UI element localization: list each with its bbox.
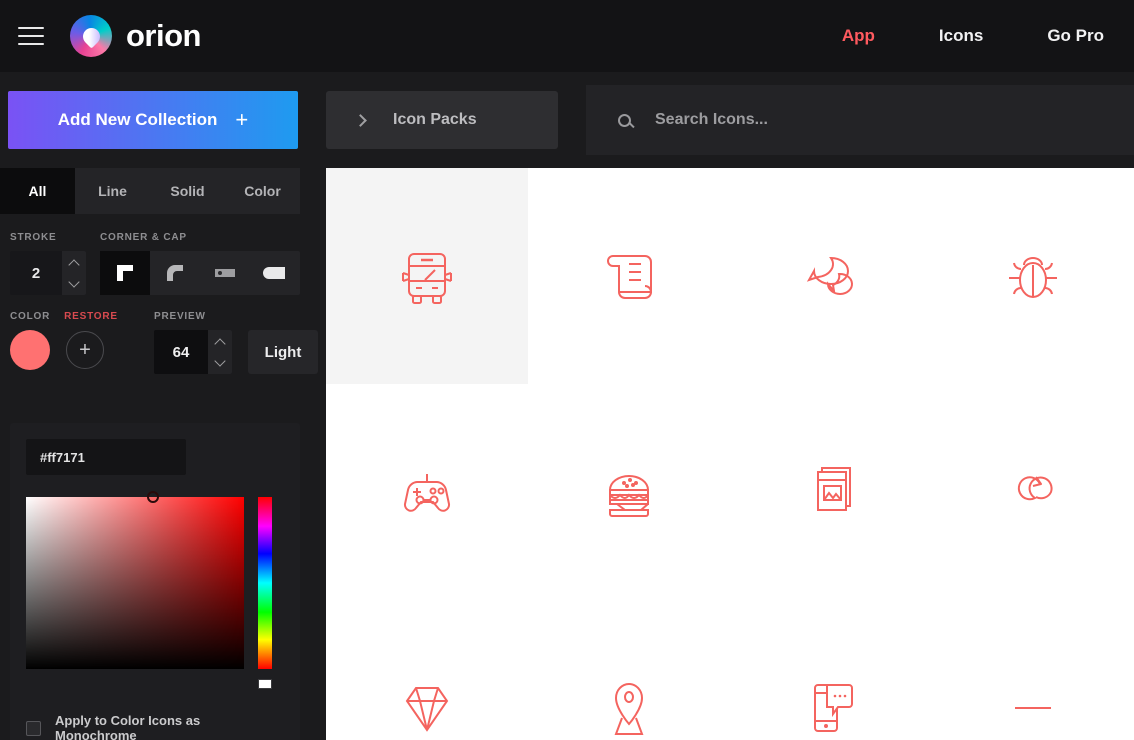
monochrome-label: Apply to Color Icons as Monochrome [55, 713, 201, 740]
alpha-slider[interactable] [258, 679, 272, 689]
preview-size-spinner[interactable] [208, 330, 232, 374]
picker-body [26, 491, 284, 689]
chevron-down-icon[interactable] [68, 275, 80, 288]
tab-all[interactable]: All [0, 168, 75, 214]
tab-color[interactable]: Color [225, 168, 300, 214]
stroke-spinner[interactable] [62, 251, 86, 295]
round-cap-icon[interactable] [250, 251, 300, 295]
preview-group: PREVIEW 64 Light [154, 311, 324, 374]
icon-cell-gamepad[interactable] [326, 384, 528, 600]
brand-name: orion [126, 18, 202, 53]
style-filter-tabs: All Line Solid Color [0, 168, 300, 214]
plus-icon: + [235, 107, 249, 132]
stroke-group: STROKE 2 [10, 232, 86, 295]
restore-button[interactable]: RESTORE [64, 311, 118, 322]
add-color-button[interactable]: + [66, 331, 104, 369]
icon-cell-diamond[interactable] [326, 600, 528, 740]
search-input[interactable] [655, 111, 1134, 129]
preview-size-value: 64 [172, 343, 190, 361]
brand-logo[interactable]: orion [70, 15, 202, 57]
nav-item-icons[interactable]: Icons [939, 26, 983, 46]
stroke-value: 2 [31, 264, 41, 282]
hamburger-line [18, 43, 44, 45]
theme-toggle-button[interactable]: Light [248, 330, 318, 374]
corner-cap-label: CORNER & CAP [100, 232, 187, 243]
icon-cell-minus-line[interactable] [932, 600, 1134, 740]
stroke-stepper[interactable]: 2 [10, 251, 86, 295]
hue-slider[interactable] [258, 497, 272, 669]
monochrome-checkbox[interactable] [26, 720, 41, 736]
tab-line[interactable]: Line [75, 168, 150, 214]
add-new-collection-button[interactable]: Add New Collection + [8, 91, 298, 149]
hamburger-line [18, 35, 44, 37]
tab-solid[interactable]: Solid [150, 168, 225, 214]
chevron-right-icon [354, 113, 367, 127]
icon-cell-phone-message[interactable] [730, 600, 932, 740]
chevron-up-icon[interactable] [214, 337, 226, 350]
icon-cell-photo-album[interactable] [730, 384, 932, 600]
stroke-and-corner-section: STROKE 2 CORNER & CAP [0, 214, 326, 295]
saturation-handle[interactable] [147, 491, 159, 503]
monochrome-toggle-row[interactable]: Apply to Color Icons as Monochrome [26, 713, 284, 740]
icon-cell-infinity-loop[interactable] [932, 384, 1134, 600]
search-bar[interactable] [586, 85, 1134, 155]
color-controls: + [10, 330, 138, 370]
nav-item-go-pro[interactable]: Go Pro [1047, 26, 1104, 46]
chevron-down-icon[interactable] [214, 354, 226, 367]
corner-cap-options [100, 251, 300, 295]
top-navigation-bar: orion App Icons Go Pro [0, 0, 1134, 72]
icon-grid [326, 168, 1134, 740]
color-and-preview-section: COLOR RESTORE + PREVIEW 64 Light [0, 295, 326, 374]
hamburger-menu-icon[interactable] [14, 19, 48, 53]
hamburger-line [18, 27, 44, 29]
nav-item-app[interactable]: App [842, 26, 875, 46]
preview-controls: 64 Light [154, 330, 324, 374]
chevron-up-icon[interactable] [68, 258, 80, 271]
icon-grid-pane [326, 168, 1134, 740]
saturation-value-area[interactable] [26, 491, 244, 669]
corner-cap-group: CORNER & CAP [100, 232, 300, 295]
color-picker-panel: Apply to Color Icons as Monochrome [10, 423, 300, 740]
nav-links: App Icons Go Pro [842, 26, 1104, 46]
hex-color-input[interactable] [26, 439, 186, 475]
icon-packs-label: Icon Packs [393, 111, 477, 128]
picker-sliders [258, 497, 272, 689]
add-new-collection-label: Add New Collection [57, 110, 218, 129]
sharp-corner-icon[interactable] [100, 251, 150, 295]
round-corner-icon[interactable] [150, 251, 200, 295]
preview-size-stepper[interactable]: 64 [154, 330, 232, 374]
settings-sidebar: All Line Solid Color STROKE 2 CORNER & C… [0, 168, 326, 740]
icon-cell-scroll[interactable] [528, 168, 730, 384]
icon-cell-bus[interactable] [326, 168, 528, 384]
icon-cell-bug[interactable] [932, 168, 1134, 384]
color-swatch[interactable] [10, 330, 50, 370]
butt-cap-icon[interactable] [200, 251, 250, 295]
toolbar: Add New Collection + Icon Packs [0, 72, 1134, 168]
icon-cell-chat-bubbles[interactable] [730, 168, 932, 384]
color-header: COLOR RESTORE [10, 311, 138, 322]
search-icon [618, 113, 631, 127]
icon-packs-button[interactable]: Icon Packs [326, 91, 558, 149]
orion-logo-icon [70, 15, 112, 57]
color-group: COLOR RESTORE + [10, 311, 138, 370]
main-content: All Line Solid Color STROKE 2 CORNER & C… [0, 168, 1134, 740]
color-label: COLOR [10, 311, 51, 322]
icon-cell-burger[interactable] [528, 384, 730, 600]
stroke-label: STROKE [10, 232, 57, 243]
preview-label: PREVIEW [154, 311, 206, 322]
icon-cell-map-pin[interactable] [528, 600, 730, 740]
